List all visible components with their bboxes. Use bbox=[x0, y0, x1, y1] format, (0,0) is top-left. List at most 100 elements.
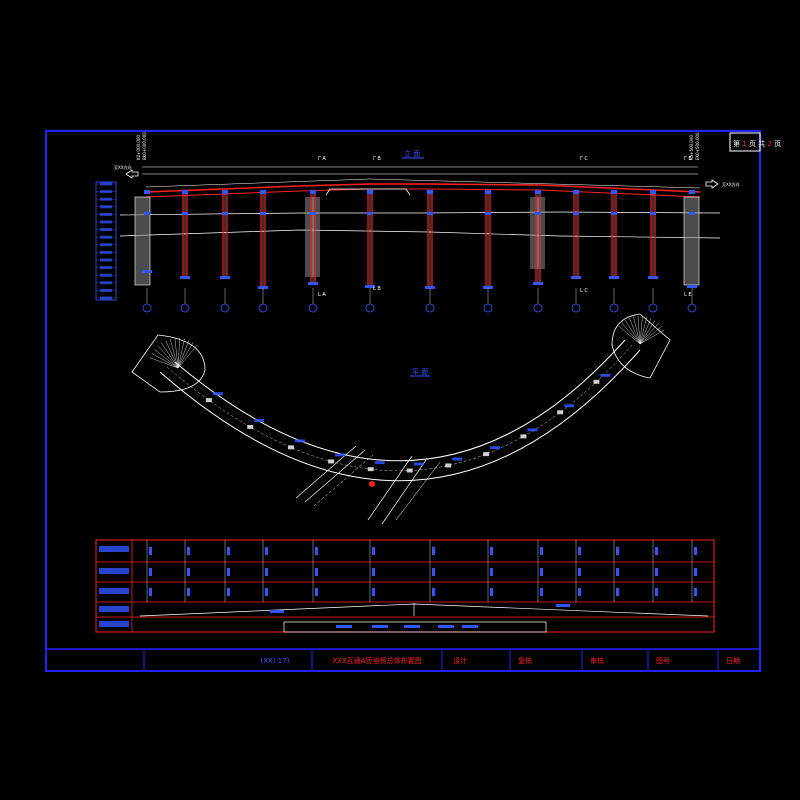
table-cell-mark bbox=[578, 588, 581, 596]
table-cell-mark bbox=[227, 547, 230, 555]
slope-hatch bbox=[154, 349, 179, 369]
svg-text:第 1 页 共 2: 第 1 页 共 2 页 bbox=[733, 139, 781, 148]
bearing bbox=[485, 190, 491, 194]
page-total: 2 bbox=[767, 140, 771, 148]
plan-pier-label-mark bbox=[254, 418, 265, 422]
bearing bbox=[573, 190, 579, 194]
bottom-mark-a: L A bbox=[318, 292, 326, 298]
review-label: 复核 bbox=[518, 656, 532, 665]
slope-hatch bbox=[177, 340, 190, 369]
transition-pier-a bbox=[305, 197, 320, 277]
axis-bubble bbox=[142, 303, 152, 313]
bearing bbox=[689, 190, 695, 194]
pile-cap bbox=[609, 276, 619, 279]
section-mark-a: Γ A bbox=[318, 156, 326, 162]
table-cell-mark bbox=[540, 568, 543, 576]
ground-mark bbox=[367, 212, 373, 215]
bottom-mark-e: L E bbox=[684, 292, 692, 298]
ground-mark bbox=[535, 212, 541, 215]
pile-cap bbox=[180, 276, 190, 279]
scale-label-mark bbox=[100, 205, 112, 209]
plan-pier-label-mark bbox=[600, 373, 611, 377]
axis-bubble bbox=[425, 303, 435, 313]
super-elevation-mark bbox=[462, 625, 478, 628]
slope-hatch bbox=[177, 344, 198, 369]
pile-cap bbox=[687, 285, 697, 288]
section-mark-b: Γ B bbox=[373, 156, 381, 162]
scale-label-mark bbox=[100, 212, 112, 216]
slope-hatch bbox=[639, 326, 662, 345]
ground-mark bbox=[144, 212, 150, 215]
scale-label-mark bbox=[100, 228, 112, 232]
plan-pier-label-mark bbox=[527, 428, 538, 432]
elevation-title: 立 面 bbox=[404, 149, 420, 158]
pile-cap bbox=[220, 276, 230, 279]
approve-label: 审核 bbox=[590, 656, 604, 665]
table-cell-mark bbox=[372, 588, 375, 596]
scale-label-mark bbox=[100, 220, 112, 224]
table-cell-mark bbox=[432, 588, 435, 596]
table-cell-mark bbox=[490, 547, 493, 555]
plan-pier-label-mark bbox=[294, 439, 305, 443]
slope-hatch bbox=[149, 357, 179, 369]
scale-label-mark bbox=[100, 296, 112, 300]
table-cell-mark bbox=[149, 568, 152, 576]
ground-mark bbox=[485, 212, 491, 215]
right-arrow-icon bbox=[705, 179, 719, 189]
table-cell-mark bbox=[149, 547, 152, 555]
table-cell-mark bbox=[372, 568, 375, 576]
slope-hatch bbox=[151, 353, 179, 369]
ground-mark bbox=[260, 212, 266, 215]
table-cell-mark bbox=[655, 568, 658, 576]
scale-label-mark bbox=[100, 190, 112, 194]
table-cell-mark bbox=[655, 588, 658, 596]
plan-pier-mark bbox=[593, 379, 600, 384]
axis-bubble bbox=[220, 303, 230, 313]
transition-pier-c bbox=[530, 197, 545, 269]
svg-text:BK0+000.000: BK0+000.000 bbox=[142, 132, 147, 160]
ground-mark bbox=[182, 212, 188, 215]
plan-pier-label-mark bbox=[335, 453, 346, 457]
table-cell-mark bbox=[540, 547, 543, 555]
table-cell-mark bbox=[315, 547, 318, 555]
ground-mark bbox=[222, 212, 228, 215]
table-cell-mark bbox=[372, 547, 375, 555]
ground-mark bbox=[689, 212, 695, 215]
design-label: 设计 bbox=[453, 656, 467, 665]
table-cell-mark bbox=[432, 547, 435, 555]
ground-mark bbox=[611, 212, 617, 215]
left-direction-label: 至XX方向 bbox=[114, 164, 131, 170]
plan-pier-label-mark bbox=[413, 462, 424, 466]
plan-pier-mark bbox=[483, 452, 490, 457]
plan-pier-mark bbox=[367, 467, 374, 472]
page-counter: 第 1 页 共 2 页 bbox=[729, 132, 781, 152]
table-cell-mark bbox=[227, 588, 230, 596]
slope-hatch bbox=[625, 320, 641, 345]
elevation-scale bbox=[95, 181, 117, 301]
svg-text:K0+500.000: K0+500.000 bbox=[689, 134, 694, 160]
table-cell-mark bbox=[149, 588, 152, 596]
plan-pier-label-mark bbox=[212, 392, 223, 396]
table-cell-mark bbox=[616, 568, 619, 576]
plan-pier-label-mark bbox=[374, 461, 385, 465]
ground-mark bbox=[427, 212, 433, 215]
title-block: (XX) 17) XXX互通A匝道桥总体布置图 设计 复核 审核 图号 日期 bbox=[45, 648, 761, 672]
slope-hatch bbox=[161, 342, 179, 369]
table-cell-mark bbox=[694, 568, 697, 576]
table-cell-mark bbox=[265, 568, 268, 576]
super-elevation-mark bbox=[336, 625, 352, 628]
slope-hatch bbox=[177, 342, 194, 369]
table-cell-mark bbox=[265, 547, 268, 555]
pile-cap bbox=[571, 276, 581, 279]
plan-pier-mark bbox=[445, 463, 452, 468]
abutment-right bbox=[683, 196, 700, 286]
plan-view: 平 面 bbox=[131, 313, 671, 525]
plan-pier-mark bbox=[205, 398, 212, 403]
axis-bubble bbox=[483, 303, 493, 313]
elevation-view: 立 面 Γ A Γ B Γ C Γ E K0+000.000 BK0+000.0… bbox=[95, 132, 739, 313]
plan-pier-mark bbox=[557, 410, 564, 415]
scale-label-mark bbox=[100, 182, 112, 186]
scale-label-mark bbox=[100, 288, 112, 292]
table-cell-mark bbox=[265, 588, 268, 596]
axis-bubble bbox=[648, 303, 658, 313]
